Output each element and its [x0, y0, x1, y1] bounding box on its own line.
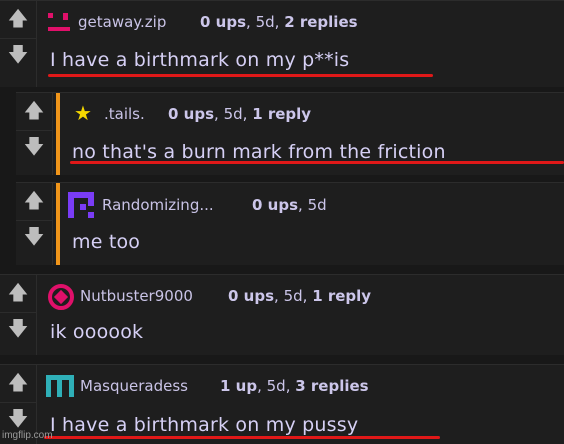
thread-indicator: [56, 93, 60, 175]
red-underline: [44, 436, 440, 439]
vote-column: 🡅 🡇: [0, 275, 37, 355]
timestamp: 5d: [223, 105, 243, 123]
ups-count: 0 ups: [252, 196, 299, 214]
arrow-down-icon[interactable]: 🡇: [0, 317, 36, 339]
comment-getaway: 🡅 🡇 getaway.zip 0 ups, 5d, 2 replies I h…: [0, 0, 564, 87]
comment-nutbuster: 🡅 🡇 Nutbuster9000 0 ups, 5d, 1 reply ik …: [0, 274, 564, 355]
timestamp: 5d: [283, 287, 303, 305]
comment-meta: 0 ups, 5d: [252, 196, 327, 214]
arrow-down-icon[interactable]: 🡇: [0, 407, 36, 429]
username[interactable]: .tails.: [104, 105, 145, 123]
vote-divider: [0, 312, 36, 313]
avatar[interactable]: [46, 373, 74, 399]
username[interactable]: getaway.zip: [78, 13, 166, 31]
vote-divider: [0, 38, 36, 39]
arrow-down-icon[interactable]: 🡇: [0, 43, 36, 65]
vote-column: 🡅 🡇: [16, 93, 53, 175]
ups-count: 0 ups: [168, 105, 215, 123]
arrow-down-icon[interactable]: 🡇: [16, 225, 52, 247]
comment-meta: 0 ups, 5d, 1 reply: [228, 287, 372, 305]
thread-indicator: [56, 183, 60, 265]
red-underline: [70, 161, 564, 164]
star-avatar-icon[interactable]: ★: [74, 101, 92, 125]
watermark: imgflip.com: [2, 430, 53, 441]
comment-text: I have a birthmark on my pussy: [50, 414, 359, 436]
replies-count[interactable]: 1 reply: [252, 105, 311, 123]
username[interactable]: Nutbuster9000: [80, 287, 193, 305]
username[interactable]: Randomizing...: [102, 196, 214, 214]
red-underline: [48, 74, 433, 77]
vote-column: 🡅 🡇: [0, 1, 37, 87]
arrow-down-icon[interactable]: 🡇: [16, 135, 52, 157]
timestamp: 5d: [255, 13, 275, 31]
timestamp: 5d: [307, 196, 327, 214]
avatar[interactable]: [48, 284, 74, 310]
comment-text: no that's a burn mark from the friction: [72, 141, 446, 163]
vote-divider: [16, 220, 52, 221]
replies-count[interactable]: 1 reply: [312, 287, 371, 305]
avatar[interactable]: [68, 192, 94, 218]
vote-divider: [0, 402, 36, 403]
ups-count: 0 ups: [200, 13, 247, 31]
comment-tails: 🡅 🡇 ★ .tails. 0 ups, 5d, 1 reply no that…: [16, 92, 564, 175]
arrow-up-icon[interactable]: 🡅: [0, 371, 36, 393]
comment-randomizing: 🡅 🡇 Randomizing... 0 ups, 5d me too: [16, 182, 564, 265]
arrow-up-icon[interactable]: 🡅: [16, 99, 52, 121]
ups-count: 0 ups: [228, 287, 275, 305]
comment-meta: 0 ups, 5d, 2 replies: [200, 13, 358, 31]
avatar[interactable]: [48, 11, 70, 33]
vote-divider: [16, 130, 52, 131]
comment-meta: 0 ups, 5d, 1 reply: [168, 105, 312, 123]
comment-masqueradess: 🡅 🡇 Masqueradess 1 up, 5d, 3 replies I h…: [0, 364, 564, 444]
replies-count[interactable]: 3 replies: [295, 377, 368, 395]
username[interactable]: Masqueradess: [80, 377, 188, 395]
arrow-up-icon[interactable]: 🡅: [16, 189, 52, 211]
arrow-up-icon[interactable]: 🡅: [0, 281, 36, 303]
vote-column: 🡅 🡇: [16, 183, 53, 265]
comment-text: me too: [72, 231, 141, 253]
comment-meta: 1 up, 5d, 3 replies: [220, 377, 369, 395]
comment-text: ik oooook: [50, 321, 144, 343]
arrow-up-icon[interactable]: 🡅: [0, 7, 36, 29]
ups-count: 1 up: [220, 377, 258, 395]
timestamp: 5d: [266, 377, 286, 395]
comment-text: I have a birthmark on my p**is: [50, 49, 350, 71]
replies-count[interactable]: 2 replies: [284, 13, 357, 31]
